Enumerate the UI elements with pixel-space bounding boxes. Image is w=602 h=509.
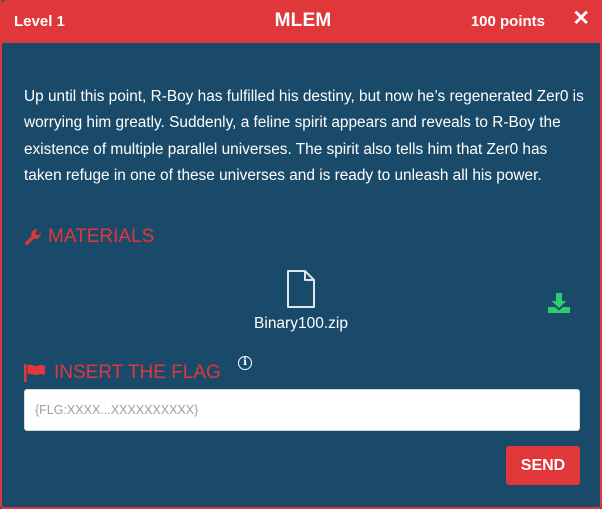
download-icon[interactable]	[547, 292, 571, 314]
modal-header: Level 1 MLEM 100 points ✕	[2, 0, 602, 43]
materials-heading: MATERIALS	[24, 226, 154, 248]
close-icon[interactable]: ✕	[572, 8, 590, 29]
points-label: 100 points	[470, 13, 545, 30]
challenge-modal: Level 1 MLEM 100 points ✕ Up until this …	[0, 0, 602, 509]
send-button[interactable]: SEND	[506, 446, 580, 485]
flag-input[interactable]	[24, 389, 580, 431]
materials-title: MATERIALS	[48, 226, 155, 247]
material-file[interactable]: Binary100.zip	[236, 270, 366, 333]
insert-flag-title: INSERT THE FLAG	[54, 362, 221, 383]
file-icon	[287, 270, 315, 308]
flag-icon	[24, 364, 45, 382]
info-icon[interactable]: i	[238, 356, 252, 370]
file-name: Binary100.zip	[254, 315, 348, 332]
wrench-icon	[24, 229, 42, 246]
insert-flag-heading: INSERT THE FLAG	[24, 362, 221, 384]
challenge-description: Up until this point, R-Boy has fulfilled…	[24, 88, 584, 184]
